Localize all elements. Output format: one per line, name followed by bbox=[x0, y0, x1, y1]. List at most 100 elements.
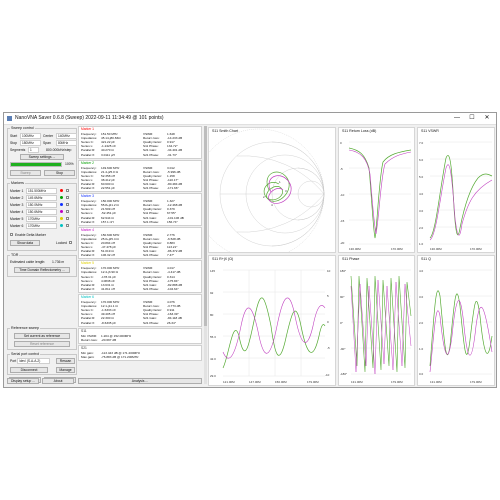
marker-readout-title: Marker 3 bbox=[81, 194, 95, 199]
marker-3-frequency-input[interactable]: 150.0MHz bbox=[26, 202, 57, 208]
manage-button[interactable]: Manage bbox=[56, 367, 75, 373]
marker-5-visible-checkbox[interactable] bbox=[66, 217, 69, 220]
marker-1-label: Marker 1 bbox=[10, 189, 24, 193]
marker-readout-title: Marker 2 bbox=[81, 160, 95, 165]
vswr-ytick-2: 5.0 bbox=[419, 175, 424, 179]
tdr-group: TDR Estimated cable length: 1.736 m Time… bbox=[7, 253, 77, 277]
tdr-button[interactable]: Time Domain Reflectometry ... bbox=[14, 267, 70, 273]
sweep-control-group: Sweep control Start 100MHz Center 140MHz… bbox=[7, 126, 77, 179]
reference-sweep-group: Reference sweep Set current as reference… bbox=[7, 326, 77, 350]
readout-label: Parallel X: bbox=[81, 219, 96, 224]
readout-label: Parallel X: bbox=[81, 152, 96, 157]
cable-length-label: Estimated cable length: bbox=[10, 260, 46, 264]
marker-6-frequency-input[interactable]: 170MHz bbox=[26, 223, 57, 229]
marker-6-color-icon[interactable] bbox=[60, 224, 63, 227]
tdr-title: TDR bbox=[10, 253, 20, 257]
charts-area: S11 Smith Chart 1 2 3 4 S11 Return Loss … bbox=[208, 127, 495, 386]
display-setup-button[interactable]: Display setup ... bbox=[7, 378, 39, 384]
marker-3-color-icon[interactable] bbox=[60, 203, 63, 206]
rx-chart[interactable]: S11 R+jX (Ω) 145 92 80 55.3 42.0 29.0 10 bbox=[208, 255, 336, 386]
marker-readout-2: Marker 2 Frequency: 149.600 MHz VSWR: 3.012 I… bbox=[78, 159, 202, 193]
progress-label: 100% bbox=[65, 162, 74, 166]
marker-readout-8: S21 Min gain: -113.443 dB @ 171.200MHz Max … bbox=[78, 344, 202, 361]
rl-xtick-0: 130.00M bbox=[349, 247, 361, 251]
phase-ytick-2: 0° bbox=[340, 321, 344, 325]
rx-yleft-2: 80 bbox=[210, 313, 214, 317]
marker-4-visible-checkbox[interactable] bbox=[66, 210, 69, 213]
readout-value: -171.66° bbox=[167, 186, 179, 191]
span-input[interactable]: 80MHz bbox=[56, 140, 77, 146]
marker-readout-title: S11 bbox=[81, 328, 87, 333]
sweep-settings-button[interactable]: Sweep settings ... bbox=[20, 154, 64, 160]
close-button[interactable]: ✕ bbox=[481, 113, 493, 124]
marker-6-label: Marker 6 bbox=[10, 224, 24, 228]
port-select[interactable]: /dev/ (S-A-A-2) bbox=[17, 358, 50, 364]
marker-5-frequency-input[interactable]: 170MHz bbox=[26, 216, 57, 222]
start-label: Start bbox=[10, 134, 18, 138]
marker-1-visible-checkbox[interactable] bbox=[66, 189, 69, 192]
rescan-button[interactable]: Rescan bbox=[56, 358, 75, 364]
reset-reference-button[interactable]: Reset reference bbox=[14, 341, 70, 347]
q-chart[interactable]: S11 Q 4.0 3.0 2.0 1.0 0.0 131.00M 179.00… bbox=[417, 255, 495, 386]
app-icon bbox=[7, 116, 12, 121]
set-reference-button[interactable]: Set current as reference bbox=[14, 333, 70, 339]
locked-checkbox[interactable] bbox=[69, 241, 72, 244]
q-ytick-2: 2.0 bbox=[419, 321, 424, 325]
marker-6-visible-checkbox[interactable] bbox=[66, 224, 69, 227]
marker-3-visible-checkbox[interactable] bbox=[66, 203, 69, 206]
vswr-chart[interactable]: S11 VSWR 7.0 6.0 5.0 4.0 3.0 2.0 1.0 130… bbox=[417, 127, 495, 253]
return-loss-chart[interactable]: S11 Return Loss (dB) 0 -5 -10 -15 -20 13… bbox=[338, 127, 415, 253]
marker-4-frequency-input[interactable]: 150.6MHz bbox=[26, 209, 57, 215]
phase-chart[interactable]: S11 Phase 180° 90° 0° -90° -180° 131.00M… bbox=[338, 255, 415, 386]
stop-button[interactable]: Stop bbox=[44, 170, 75, 176]
rl-xtick-1: 170.00M bbox=[391, 247, 403, 251]
step-readout: 800.000kHz/step bbox=[46, 148, 72, 152]
marker-readout-title: Marker 5 bbox=[81, 261, 95, 266]
delta-marker-checkbox[interactable] bbox=[10, 233, 13, 236]
serial-port-group: Serial port control Port /dev/ (S-A-A-2)… bbox=[7, 352, 77, 375]
marker-2-visible-checkbox[interactable] bbox=[66, 196, 69, 199]
stop-input[interactable]: 180MHz bbox=[20, 140, 41, 146]
readout-value: -76.883 dB @ 171.200MHz bbox=[101, 354, 139, 359]
readout-value: -20.697 dB bbox=[101, 337, 117, 342]
readout-value: -8.6335 pF bbox=[101, 320, 116, 325]
readout-label: Return loss: bbox=[81, 337, 98, 342]
about-button[interactable]: About bbox=[42, 378, 74, 384]
maximize-button[interactable]: ☐ bbox=[466, 113, 478, 124]
readout-scrollbar[interactable] bbox=[204, 126, 207, 384]
show-data-button[interactable]: Show data bbox=[10, 240, 40, 246]
vswr-ytick-5: 2.0 bbox=[419, 226, 424, 230]
analysis-button[interactable]: Analysis ... bbox=[78, 378, 202, 384]
stop-label: Stop bbox=[10, 141, 17, 145]
marker-readout-title: Marker 6 bbox=[81, 295, 95, 299]
smith-chart-plot: 1 2 3 4 bbox=[209, 128, 325, 252]
center-input[interactable]: 140MHz bbox=[56, 133, 77, 139]
segments-input[interactable]: 1 bbox=[28, 147, 39, 153]
phase-xtick-1: 179.00M bbox=[391, 380, 403, 384]
readout-label: S21 Phase: bbox=[143, 253, 159, 258]
sweep-button[interactable]: Sweep bbox=[10, 170, 41, 176]
readout-label: S21 Phase: bbox=[143, 219, 159, 224]
smith-chart[interactable]: S11 Smith Chart 1 2 3 4 bbox=[208, 127, 336, 253]
q-ytick-1: 3.0 bbox=[419, 295, 424, 299]
marker-5-color-icon[interactable] bbox=[60, 217, 63, 220]
disconnect-button[interactable]: Disconnect bbox=[10, 367, 48, 373]
marker-1-color-icon[interactable] bbox=[60, 189, 63, 192]
marker-3-label: Marker 3 bbox=[10, 203, 24, 207]
marker-2-frequency-input[interactable]: 149.6MHz bbox=[26, 195, 57, 201]
locked-label: Locked bbox=[56, 241, 67, 245]
markers-group: Markers Marker 1 151.500MHz Marker 2 149.6M… bbox=[7, 181, 77, 251]
rx-yright-1: 5 bbox=[327, 294, 329, 298]
smith-marker-1: 1 bbox=[279, 180, 281, 184]
minimize-button[interactable]: — bbox=[451, 113, 463, 124]
q-ytick-0: 4.0 bbox=[419, 269, 424, 273]
start-input[interactable]: 100MHz bbox=[20, 133, 41, 139]
rx-yleft-5: 29.0 bbox=[210, 374, 216, 378]
marker-1-frequency-input[interactable]: 151.500MHz bbox=[26, 188, 57, 194]
marker-readout-column: Marker 1 Frequency: 151.50 MHz VSWR: 1.648 Im… bbox=[78, 126, 207, 386]
segments-label: Segments bbox=[10, 148, 26, 152]
readout-scrollbar-thumb[interactable] bbox=[204, 126, 207, 326]
marker-2-color-icon[interactable] bbox=[60, 196, 63, 199]
marker-4-color-icon[interactable] bbox=[60, 210, 63, 213]
marker-readout-3: Marker 3 Frequency: 150.000 MHz VSWR: 1.327 I… bbox=[78, 193, 202, 226]
